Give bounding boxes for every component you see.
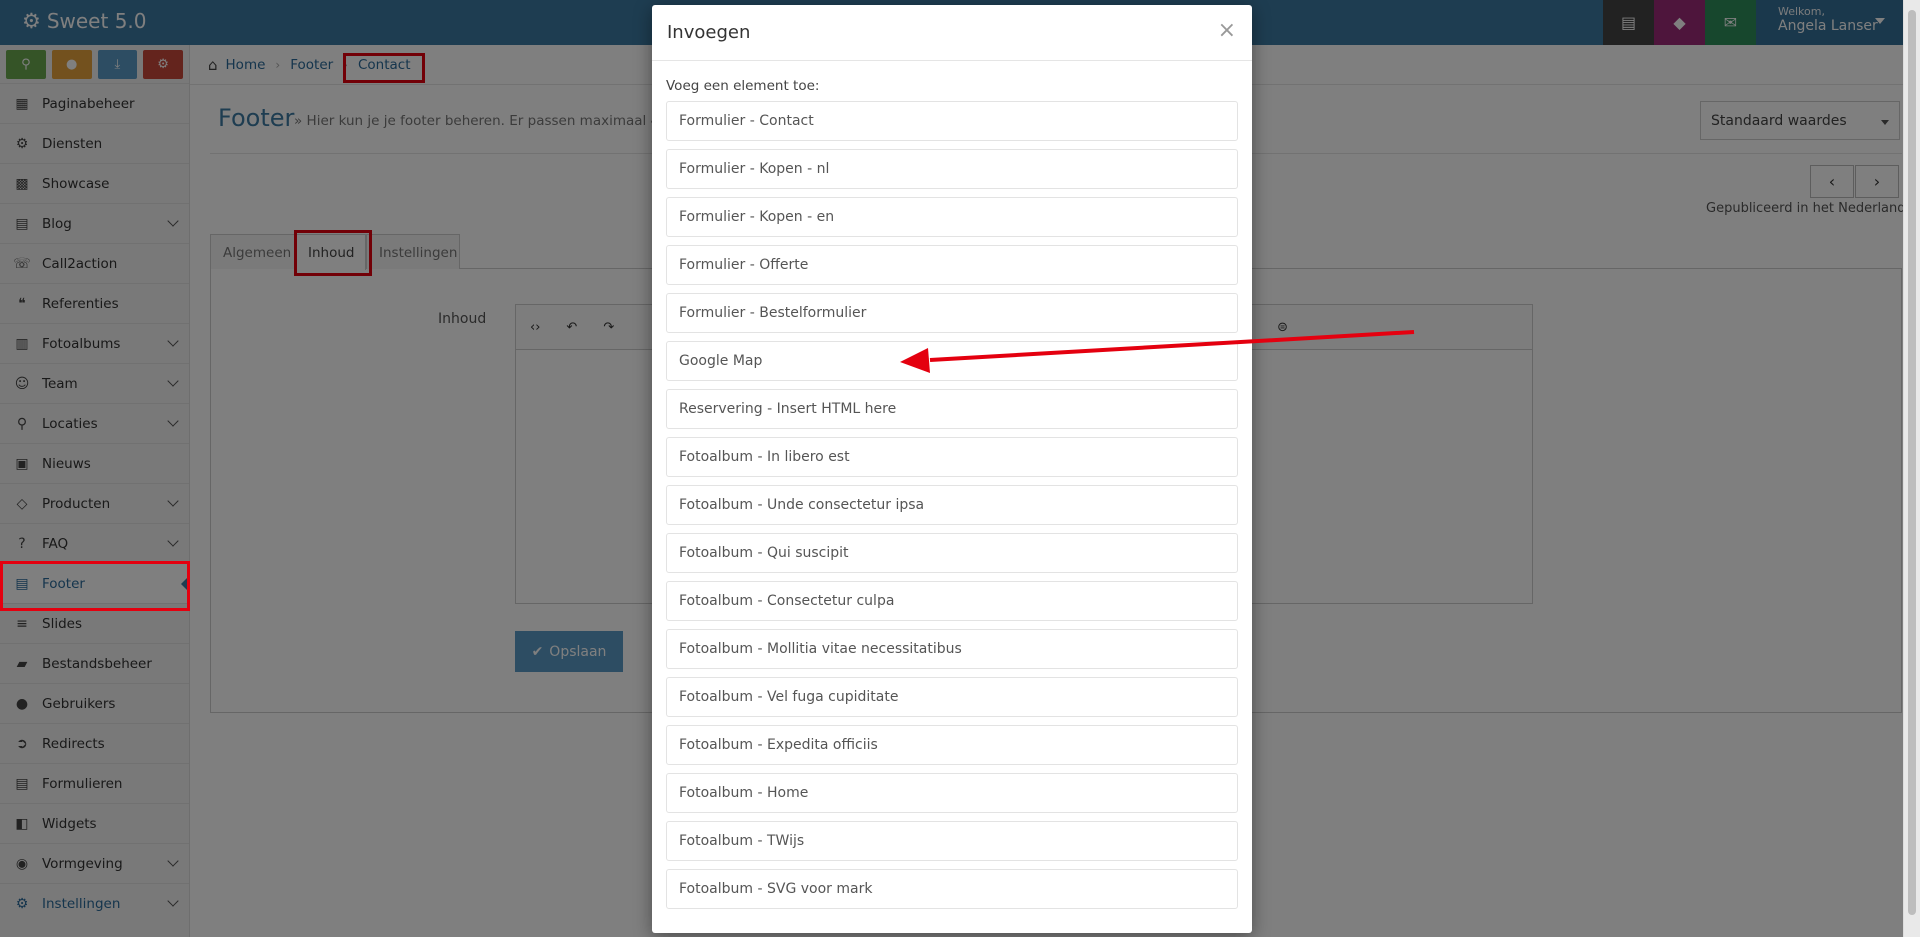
list-item[interactable]: Formulier - Kopen - nl: [666, 149, 1238, 189]
scrollbar-thumb[interactable]: [1908, 10, 1916, 915]
list-item[interactable]: Formulier - Contact: [666, 101, 1238, 141]
modal-header: Invoegen ×: [652, 5, 1252, 61]
list-item[interactable]: Google Map: [666, 341, 1238, 381]
modal-prompt: Voeg een element toe:: [666, 78, 820, 94]
list-item[interactable]: Reservering - Insert HTML here: [666, 389, 1238, 429]
list-item[interactable]: Formulier - Kopen - en: [666, 197, 1238, 237]
page-scrollbar[interactable]: [1903, 0, 1920, 937]
modal-title: Invoegen: [667, 22, 751, 43]
list-item[interactable]: Fotoalbum - SVG voor mark: [666, 869, 1238, 909]
list-item[interactable]: Fotoalbum - Qui suscipit: [666, 533, 1238, 573]
list-item[interactable]: Fotoalbum - Expedita officiis: [666, 725, 1238, 765]
list-item[interactable]: Fotoalbum - Mollitia vitae necessitatibu…: [666, 629, 1238, 669]
list-item[interactable]: Fotoalbum - Home: [666, 773, 1238, 813]
close-icon[interactable]: ×: [1218, 20, 1236, 42]
list-item[interactable]: Fotoalbum - Unde consectetur ipsa: [666, 485, 1238, 525]
list-item[interactable]: Formulier - Bestelformulier: [666, 293, 1238, 333]
list-item[interactable]: Fotoalbum - Vel fuga cupiditate: [666, 677, 1238, 717]
list-item[interactable]: Fotoalbum - TWijs: [666, 821, 1238, 861]
insert-modal: Invoegen × Voeg een element toe: Formuli…: [652, 5, 1252, 933]
list-item[interactable]: Formulier - Offerte: [666, 245, 1238, 285]
element-list: Formulier - Contact Formulier - Kopen - n…: [666, 101, 1238, 917]
list-item[interactable]: Fotoalbum - In libero est: [666, 437, 1238, 477]
list-item[interactable]: Fotoalbum - Consectetur culpa: [666, 581, 1238, 621]
